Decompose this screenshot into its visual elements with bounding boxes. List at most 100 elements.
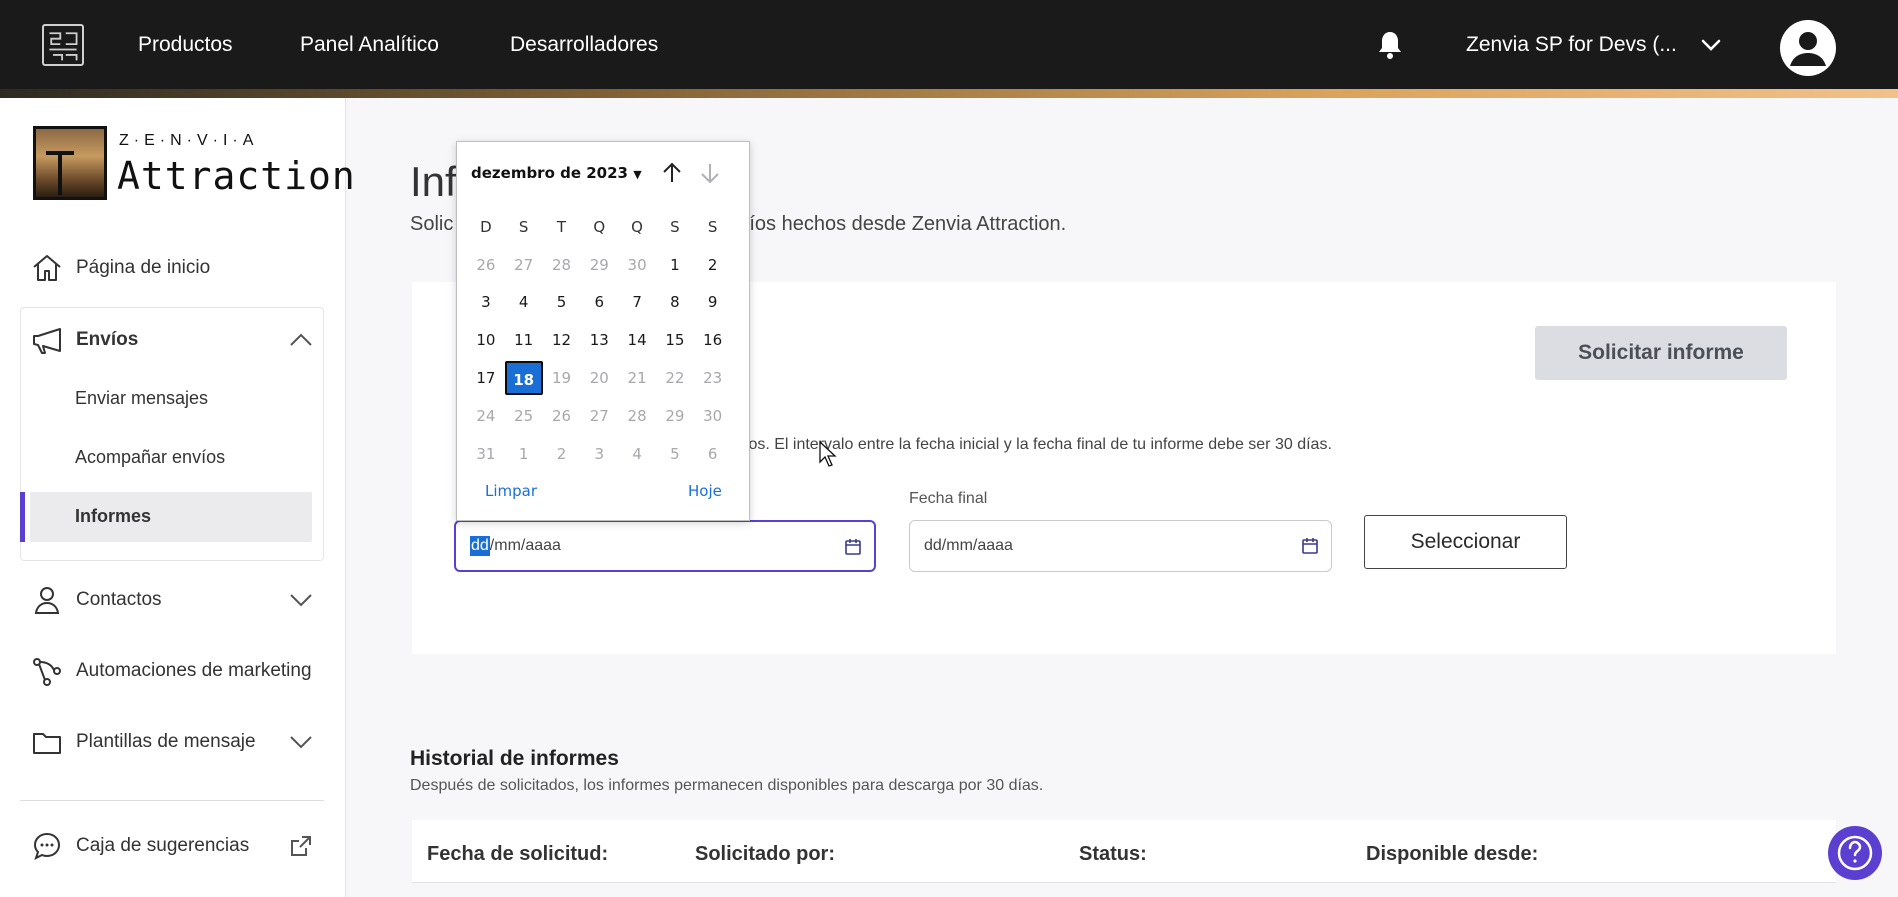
calendar-day[interactable]: 29	[580, 248, 618, 282]
weekday-label: S	[518, 217, 529, 236]
column-header-disponible[interactable]: Disponible desde:	[1366, 843, 1538, 866]
arrow-down-icon[interactable]	[697, 160, 723, 186]
question-mark-icon	[1837, 835, 1873, 871]
calendar-day[interactable]: 21	[618, 361, 656, 395]
external-link-icon[interactable]	[288, 833, 314, 859]
calendar-day-selected[interactable]: 18	[504, 361, 543, 396]
sidebar-item-label: Página de inicio	[76, 257, 211, 278]
calendar-day[interactable]: 6	[694, 437, 732, 471]
calendar-day[interactable]: 1	[656, 248, 694, 282]
person-icon	[34, 587, 60, 614]
calendar-day[interactable]: 14	[618, 323, 656, 357]
calendar-day[interactable]: 26	[543, 399, 581, 433]
chevron-down-icon[interactable]	[288, 729, 314, 755]
sidebar-item-plantillas[interactable]: Plantillas de mensaje	[30, 724, 256, 760]
sidebar-subitem-enviar-mensajes[interactable]: Enviar mensajes	[75, 388, 208, 409]
weekday-label: Q	[631, 217, 643, 236]
calendar-day[interactable]: 2	[543, 437, 581, 471]
calendar-day[interactable]: 31	[467, 437, 505, 471]
calendar-day[interactable]: 19	[543, 361, 581, 395]
calendar-day[interactable]: 4	[618, 437, 656, 471]
week-row: 17 18 19 20 21 22 23	[467, 359, 741, 397]
brand-attraction-text: Attraction	[117, 154, 356, 198]
calendar-icon[interactable]	[844, 538, 862, 556]
calendar-day[interactable]: 25	[505, 399, 543, 433]
calendar-day[interactable]: 26	[467, 248, 505, 282]
brand-zenvia-text: Z·E·N·V·I·A	[119, 132, 259, 149]
calendar-day[interactable]: 7	[618, 285, 656, 319]
calendar-day[interactable]: 3	[580, 437, 618, 471]
weekday-label: T	[556, 217, 567, 236]
calendar-day[interactable]: 6	[580, 285, 618, 319]
sidebar-subitem-informes[interactable]: Informes	[75, 506, 151, 527]
calendar-day[interactable]: 5	[543, 285, 581, 319]
day-segment[interactable]: dd	[470, 536, 490, 556]
chevron-down-icon[interactable]	[1700, 34, 1722, 56]
sidebar-item-home[interactable]: Página de inicio	[30, 250, 210, 286]
month-year-selector[interactable]: dezembro de 2023 ▼	[471, 164, 642, 182]
calendar-day[interactable]: 28	[543, 248, 581, 282]
column-header-status[interactable]: Status:	[1079, 843, 1147, 866]
active-item-indicator	[20, 492, 25, 542]
calendar-day[interactable]: 11	[505, 323, 543, 357]
zenvia-logo-icon[interactable]	[42, 24, 84, 66]
column-header-solicitado[interactable]: Solicitado por:	[695, 843, 835, 866]
week-row: 3456789	[467, 284, 741, 322]
sidebar-item-envios[interactable]: Envíos	[30, 322, 138, 358]
calendar-day[interactable]: 30	[618, 248, 656, 282]
calendar-day[interactable]: 8	[656, 285, 694, 319]
calendar-day[interactable]: 9	[694, 285, 732, 319]
calendar-day[interactable]: 30	[694, 399, 732, 433]
calendar-day[interactable]: 24	[467, 399, 505, 433]
account-selector[interactable]: Zenvia SP for Devs (...	[1466, 0, 1677, 89]
date-placeholder: dd/mm/aaaa	[924, 537, 1013, 554]
calendar-day[interactable]: 13	[580, 323, 618, 357]
chevron-up-icon[interactable]	[288, 327, 314, 353]
calendar-day[interactable]: 29	[656, 399, 694, 433]
calendar-day[interactable]: 28	[618, 399, 656, 433]
calendar-day[interactable]: 27	[505, 248, 543, 282]
sidebar-item-sugerencias[interactable]: Caja de sugerencias	[30, 828, 249, 864]
sidebar-item-automaciones[interactable]: Automaciones de marketing	[30, 653, 312, 689]
nav-desarrolladores[interactable]: Desarrolladores	[510, 0, 658, 89]
help-button[interactable]	[1828, 826, 1882, 880]
calendar-day[interactable]: 10	[467, 323, 505, 357]
fecha-final-label: Fecha final	[909, 490, 988, 507]
calendar-day[interactable]: 17	[467, 361, 505, 395]
calendar-day[interactable]: 4	[505, 285, 543, 319]
chat-bubble-icon	[33, 832, 61, 860]
sidebar-item-label: Automaciones de marketing	[76, 660, 312, 681]
seleccionar-button[interactable]: Seleccionar	[1364, 515, 1567, 569]
calendar-day[interactable]: 27	[580, 399, 618, 433]
fecha-final-input[interactable]: dd/mm/aaaa	[909, 520, 1332, 572]
folder-icon	[33, 733, 61, 754]
chevron-down-icon[interactable]	[288, 587, 314, 613]
calendar-day[interactable]: 1	[505, 437, 543, 471]
user-avatar-icon[interactable]	[1780, 20, 1836, 76]
calendar-day[interactable]: 12	[543, 323, 581, 357]
calendar-day[interactable]: 23	[694, 361, 732, 395]
history-title: Historial de informes	[410, 747, 619, 770]
calendar-day[interactable]: 20	[580, 361, 618, 395]
calendar-icon[interactable]	[1301, 537, 1319, 555]
sidebar-item-contactos[interactable]: Contactos	[30, 582, 162, 618]
column-header-fecha[interactable]: Fecha de solicitud:	[427, 843, 608, 866]
nav-panel-analitico[interactable]: Panel Analítico	[300, 0, 439, 89]
calendar-day[interactable]: 3	[467, 285, 505, 319]
notifications-bell-icon[interactable]	[1376, 30, 1404, 60]
sidebar-subitem-acompanar-envios[interactable]: Acompañar envíos	[75, 447, 225, 468]
calendar-day[interactable]: 5	[656, 437, 694, 471]
calendar-day[interactable]: 16	[694, 323, 732, 357]
calendar-day[interactable]: 15	[656, 323, 694, 357]
sidebar-item-label: Plantillas de mensaje	[76, 731, 256, 752]
hoje-button[interactable]: Hoje	[688, 482, 722, 500]
solicitar-informe-button[interactable]: Solicitar informe	[1535, 326, 1787, 380]
nav-productos[interactable]: Productos	[138, 0, 233, 89]
limpar-button[interactable]: Limpar	[485, 482, 537, 500]
zenvia-attraction-brand[interactable]: Z·E·N·V·I·A Attraction	[33, 126, 355, 202]
sidebar-item-label: Envíos	[76, 329, 139, 350]
arrow-up-icon[interactable]	[659, 160, 685, 186]
calendar-day[interactable]: 22	[656, 361, 694, 395]
fecha-inicial-input[interactable]: dd /mm/aaaa	[454, 520, 876, 572]
calendar-day[interactable]: 2	[694, 248, 732, 282]
